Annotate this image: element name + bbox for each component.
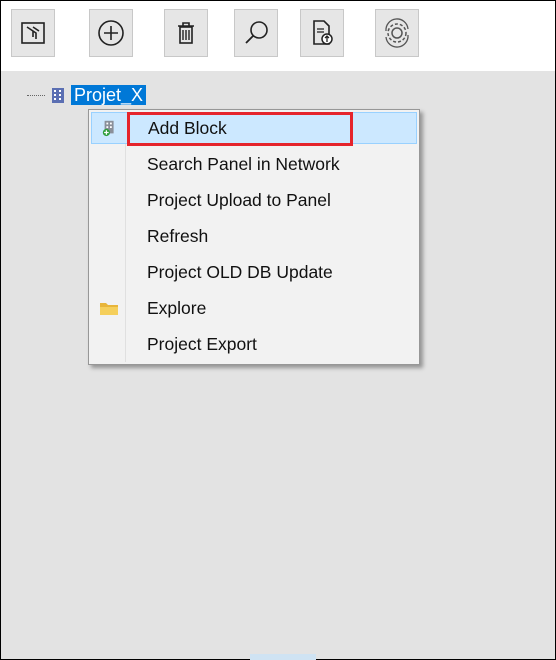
menu-item-old-db-update[interactable]: Project OLD DB Update bbox=[91, 256, 417, 288]
tree-connector bbox=[27, 94, 45, 96]
menu-item-project-export[interactable]: Project Export bbox=[91, 328, 417, 360]
menu-item-label: Search Panel in Network bbox=[147, 153, 340, 174]
annotation-highlight-box bbox=[127, 112, 353, 146]
upload-button[interactable] bbox=[300, 9, 344, 57]
menu-item-refresh[interactable]: Refresh bbox=[91, 220, 417, 252]
context-menu: Add Block Search Panel in Network Projec… bbox=[88, 109, 420, 365]
menu-item-label: Project OLD DB Update bbox=[147, 261, 333, 282]
app-panel: Projet_X Add Block Search Panel in Netwo… bbox=[0, 0, 556, 660]
delete-button[interactable] bbox=[164, 9, 208, 57]
menu-item-label: Project Upload to Panel bbox=[147, 189, 331, 210]
trash-icon bbox=[178, 22, 194, 44]
menu-item-label: Refresh bbox=[147, 225, 209, 246]
tree-root-node[interactable]: Projet_X bbox=[27, 85, 147, 105]
building-icon bbox=[52, 88, 64, 103]
settings-button[interactable] bbox=[375, 9, 419, 57]
add-circle-icon bbox=[98, 20, 124, 46]
add-button[interactable] bbox=[89, 9, 133, 57]
document-upload-icon bbox=[313, 20, 333, 45]
toolbar bbox=[1, 1, 555, 71]
menu-item-explore[interactable]: Explore bbox=[91, 292, 417, 324]
scrollbar-stub[interactable] bbox=[250, 654, 316, 660]
import-button[interactable] bbox=[11, 9, 55, 57]
menu-item-search-panel[interactable]: Search Panel in Network bbox=[91, 148, 417, 180]
menu-item-project-upload[interactable]: Project Upload to Panel bbox=[91, 184, 417, 216]
import-project-icon bbox=[21, 22, 45, 44]
menu-item-label: Project Export bbox=[147, 333, 257, 354]
folder-icon bbox=[98, 297, 120, 319]
magnifier-icon bbox=[245, 21, 268, 44]
add-block-icon bbox=[99, 117, 121, 139]
tree-root-label[interactable]: Projet_X bbox=[71, 85, 147, 105]
search-button[interactable] bbox=[234, 9, 278, 57]
gear-sync-icon bbox=[385, 18, 409, 48]
menu-item-label: Explore bbox=[147, 297, 207, 318]
